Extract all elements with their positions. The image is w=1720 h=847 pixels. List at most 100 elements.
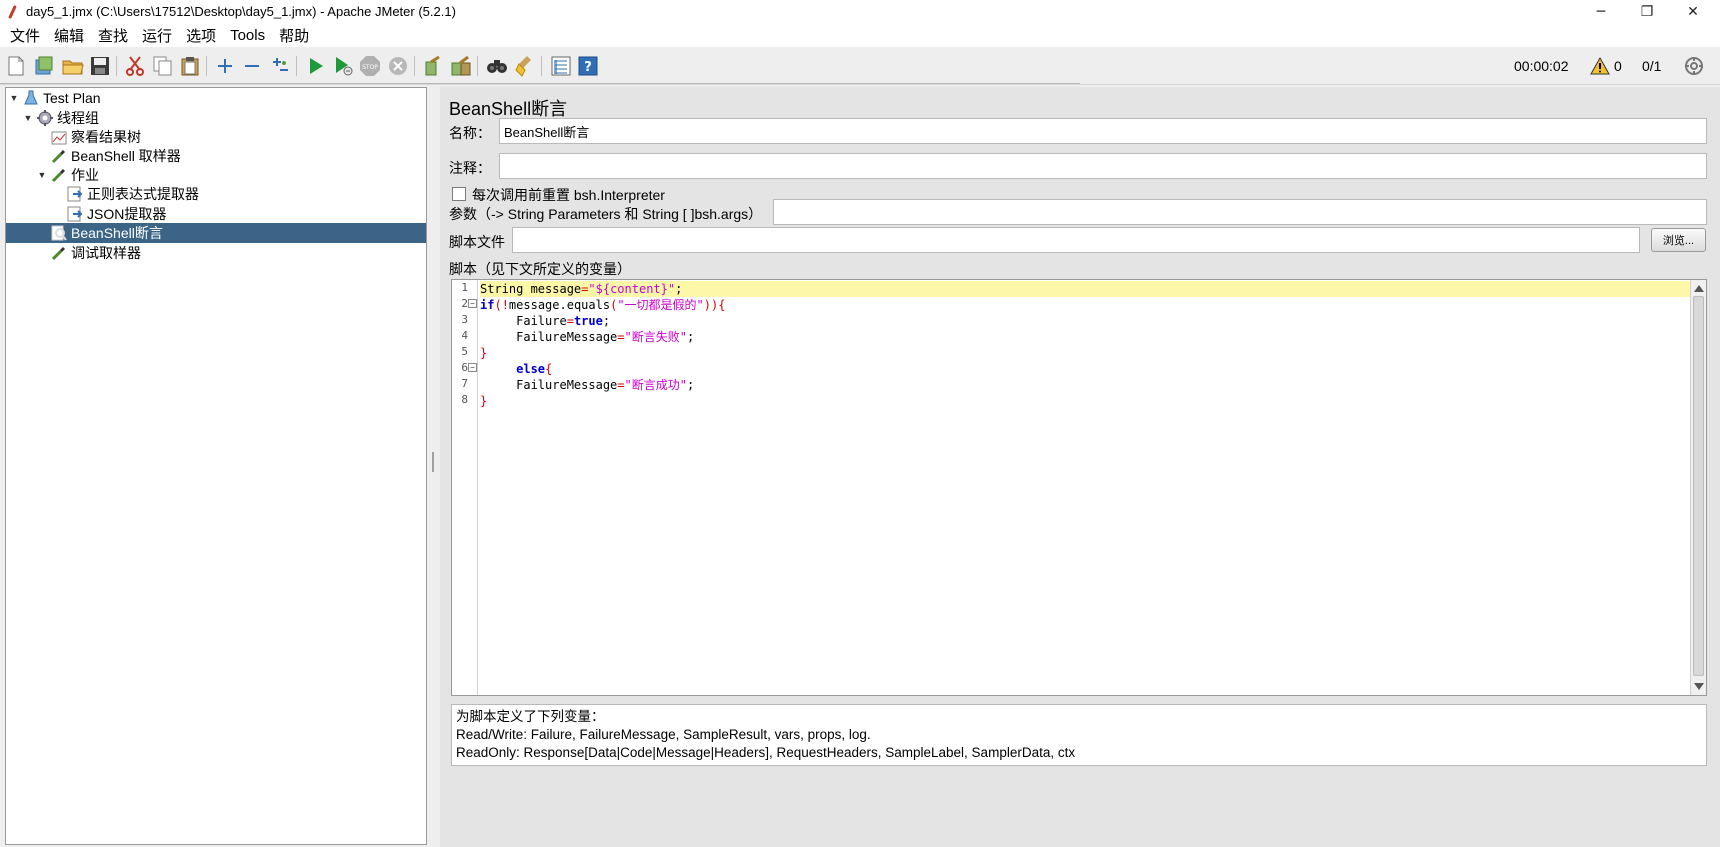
help-icon[interactable]: ? <box>577 55 599 77</box>
open-icon[interactable] <box>62 55 84 77</box>
sampler-icon <box>51 245 67 261</box>
cut-icon[interactable] <box>124 55 146 77</box>
tree-node-test-plan[interactable]: Test Plan <box>23 88 101 108</box>
warning-count: 0 <box>1614 58 1622 74</box>
line-number: 5 <box>461 345 468 358</box>
line-number: 3 <box>461 313 468 326</box>
tree-node-debug-sampler[interactable]: 调试取样器 <box>51 243 141 263</box>
extractor-icon <box>67 186 83 202</box>
tree-node-regex-extractor[interactable]: 正则表达式提取器 <box>67 184 199 204</box>
parameters-input[interactable] <box>773 199 1707 225</box>
window-title: day5_1.jmx (C:\Users\17512\Desktop\day5_… <box>26 4 456 19</box>
tree-node-beanshell-sampler[interactable]: BeanShell 取样器 <box>51 146 181 166</box>
line-number: 2 <box>461 297 468 310</box>
reset-interpreter-checkbox[interactable] <box>452 187 466 201</box>
thread-count: 0/1 <box>1642 58 1662 74</box>
start-icon[interactable] <box>305 55 327 77</box>
title-bar: day5_1.jmx (C:\Users\17512\Desktop\day5_… <box>0 0 1720 23</box>
menu-tools[interactable]: Tools <box>228 27 267 44</box>
fold-toggle-icon[interactable]: − <box>468 299 477 308</box>
tree-node-label: 察看结果树 <box>71 129 141 145</box>
collapse-icon[interactable] <box>241 55 263 77</box>
restore-button[interactable]: ❐ <box>1624 0 1670 23</box>
start-no-pause-icon[interactable] <box>332 55 354 77</box>
vars-read-only: ReadOnly: Response[Data|Code|Message|Hea… <box>456 745 1076 760</box>
sampler-icon <box>51 167 67 183</box>
menu-search[interactable]: 查找 <box>96 25 130 46</box>
close-button[interactable]: ✕ <box>1670 0 1716 23</box>
line-number-gutter: 1 2 − 3 4 5 6 − 7 8 <box>452 280 478 695</box>
menu-file[interactable]: 文件 <box>8 25 42 46</box>
fold-toggle-icon[interactable]: − <box>468 363 477 372</box>
reset-interpreter-label: 每次调用前重置 bsh.Interpreter <box>472 187 665 203</box>
name-label: 名称： <box>449 125 491 141</box>
tree-node-label: Test Plan <box>43 90 101 106</box>
toggle-icon[interactable] <box>269 55 291 77</box>
function-helper-icon[interactable] <box>550 55 572 77</box>
remote-status-icon[interactable] <box>1684 47 1704 85</box>
tree-node-homework[interactable]: 作业 <box>51 165 99 185</box>
editor-vertical-scrollbar[interactable] <box>1690 280 1706 695</box>
vars-heading: 为脚本定义了下列变量： <box>456 709 605 724</box>
shutdown-icon[interactable] <box>387 55 409 77</box>
expand-toggle-icon[interactable]: ▼ <box>9 93 19 103</box>
save-icon[interactable] <box>89 55 111 77</box>
toolbar: STOP ? 00:00:02 0 0/1 <box>0 47 1720 85</box>
expand-toggle-icon[interactable]: ▼ <box>23 113 33 123</box>
panel-splitter[interactable] <box>428 87 438 845</box>
code-line: } <box>480 394 488 408</box>
scroll-down-icon[interactable] <box>1694 683 1704 690</box>
sampler-icon <box>51 148 67 164</box>
menu-help[interactable]: 帮助 <box>277 25 311 46</box>
script-editor[interactable]: 1 2 − 3 4 5 6 − 7 8 String message="${co… <box>451 279 1707 696</box>
code-line: if(!message.equals("一切都是假的")){ <box>480 298 726 312</box>
tree-node-beanshell-assertion[interactable]: BeanShell断言 <box>6 223 426 243</box>
toolbar-separator <box>296 56 297 76</box>
search-icon[interactable] <box>486 55 508 77</box>
line-number: 7 <box>461 377 468 390</box>
toolbar-separator <box>541 56 542 76</box>
test-plan-icon <box>23 90 39 106</box>
templates-icon[interactable] <box>33 55 55 77</box>
beanshell-assertion-panel: BeanShell断言 名称： BeanShell断言 注释： 每次调用前重置 … <box>440 87 1720 847</box>
clear-all-icon[interactable] <box>450 55 472 77</box>
scroll-up-icon[interactable] <box>1694 285 1704 292</box>
code-line: FailureMessage="断言成功"; <box>480 378 695 392</box>
listener-icon <box>51 129 67 145</box>
tree-node-view-results-tree[interactable]: 察看结果树 <box>51 127 141 147</box>
warning-indicator[interactable]: 0 <box>1590 47 1622 85</box>
toolbar-separator <box>414 56 415 76</box>
tree-node-label: BeanShell断言 <box>71 225 163 241</box>
comment-input[interactable] <box>499 153 1707 179</box>
toolbar-separator <box>116 56 117 76</box>
script-file-label: 脚本文件 <box>449 234 505 250</box>
tree-node-thread-group[interactable]: 线程组 <box>37 108 99 128</box>
clear-icon[interactable] <box>422 55 444 77</box>
tree-node-json-extractor[interactable]: JSON提取器 <box>67 204 166 224</box>
minimize-button[interactable]: ─ <box>1578 0 1624 23</box>
menu-run[interactable]: 运行 <box>140 25 174 46</box>
script-file-input[interactable] <box>512 227 1640 253</box>
scrollbar-thumb[interactable] <box>1693 296 1704 676</box>
toolbar-separator <box>477 56 478 76</box>
expand-toggle-icon[interactable]: ▼ <box>37 170 47 180</box>
stop-icon[interactable]: STOP <box>359 55 381 77</box>
menu-options[interactable]: 选项 <box>184 25 218 46</box>
reset-search-icon[interactable] <box>514 55 536 77</box>
assertion-icon <box>51 225 67 241</box>
toolbar-underline <box>0 83 1080 84</box>
line-number: 1 <box>461 281 468 294</box>
tree-node-label: BeanShell 取样器 <box>71 148 181 164</box>
comment-label: 注释： <box>449 160 491 176</box>
svg-text:STOP: STOP <box>362 64 378 71</box>
browse-button[interactable]: 浏览... <box>1651 228 1706 252</box>
script-label: 脚本（见下文所定义的变量） <box>449 261 631 277</box>
paste-icon[interactable] <box>179 55 201 77</box>
copy-icon[interactable] <box>152 55 174 77</box>
expand-icon[interactable] <box>214 55 236 77</box>
menu-edit[interactable]: 编辑 <box>52 25 86 46</box>
name-input[interactable]: BeanShell断言 <box>499 118 1707 144</box>
new-icon[interactable] <box>5 55 27 77</box>
warning-icon <box>1590 57 1610 75</box>
jmeter-feather-icon <box>6 5 20 19</box>
